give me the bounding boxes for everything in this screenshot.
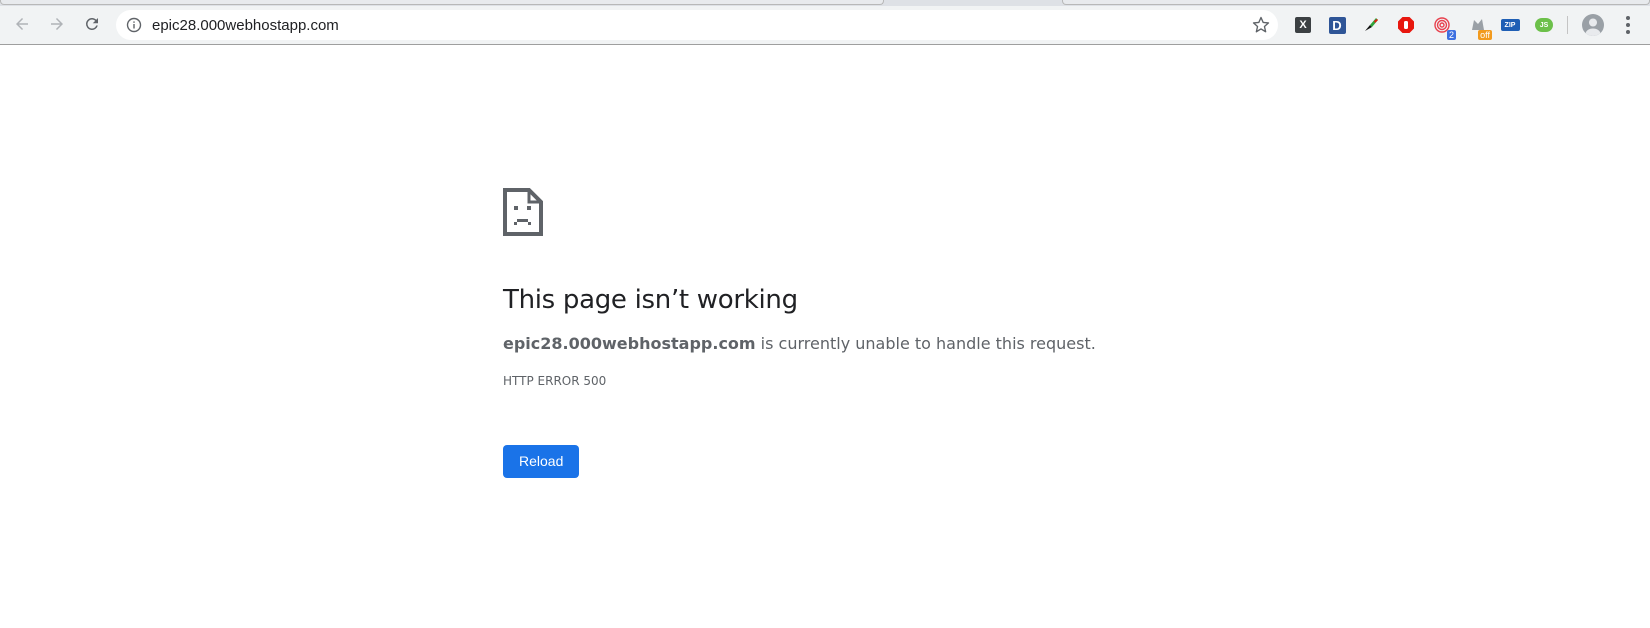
- reload-button[interactable]: Reload: [503, 445, 580, 478]
- host-name: epic28.000webhostapp.com: [503, 334, 756, 353]
- menu-dot: [1626, 23, 1630, 27]
- menu-dot: [1626, 16, 1630, 20]
- person-icon: [1585, 18, 1601, 36]
- hand-stop-icon: [1398, 17, 1414, 33]
- error-code: HTTP ERROR 500: [503, 374, 607, 388]
- fingerprint-badge: 2: [1446, 30, 1456, 40]
- cookie-badge: off: [1478, 30, 1492, 40]
- d-extension-glyph: D: [1328, 16, 1346, 34]
- brush-icon: [1365, 18, 1378, 31]
- forward-button[interactable]: [43, 10, 71, 38]
- arrow-left-icon: [16, 18, 28, 30]
- tab-inactive[interactable]: [0, 0, 884, 5]
- zip-extension-icon[interactable]: ZIP: [1500, 15, 1520, 35]
- cookie-extension-icon[interactable]: off: [1468, 15, 1492, 40]
- error-description: epic28.000webhostapp.com is currently un…: [503, 334, 1103, 354]
- back-button[interactable]: [8, 10, 36, 38]
- page-title: This page isn’t working: [503, 285, 798, 315]
- reload-toolbar-button[interactable]: [78, 10, 106, 38]
- refresh-icon: [85, 17, 98, 30]
- error-message: is currently unable to handle this reque…: [755, 334, 1096, 353]
- toolbar-divider: [1567, 16, 1568, 34]
- x-extension-glyph: X: [1295, 17, 1311, 33]
- info-icon[interactable]: [126, 17, 142, 33]
- stop-extension-icon[interactable]: [1396, 15, 1416, 35]
- brush-extension-icon[interactable]: [1361, 15, 1381, 35]
- toolbar: epic28.000webhostapp.com X D 2 off ZIP J…: [0, 6, 1650, 44]
- more-menu-button[interactable]: [1618, 14, 1638, 36]
- star-icon[interactable]: [1252, 16, 1270, 34]
- js-extension-icon[interactable]: JS: [1534, 15, 1554, 35]
- d-extension-icon[interactable]: D: [1327, 15, 1347, 35]
- browser-chrome: epic28.000webhostapp.com X D 2 off ZIP J…: [0, 0, 1650, 45]
- js-extension-glyph: JS: [1535, 18, 1553, 32]
- profile-avatar[interactable]: [1582, 14, 1604, 36]
- menu-dot: [1626, 30, 1630, 34]
- arrow-right-icon: [51, 18, 63, 30]
- tab-inactive[interactable]: [1062, 0, 1650, 5]
- url-text[interactable]: epic28.000webhostapp.com: [152, 17, 339, 34]
- x-extension-icon[interactable]: X: [1293, 15, 1313, 35]
- sad-page-icon: [503, 188, 543, 236]
- fingerprint-extension-icon[interactable]: 2: [1432, 15, 1456, 40]
- address-bar[interactable]: epic28.000webhostapp.com: [116, 10, 1278, 40]
- zip-extension-glyph: ZIP: [1500, 19, 1520, 31]
- error-content: This page isn’t working epic28.000webhos…: [503, 188, 1103, 478]
